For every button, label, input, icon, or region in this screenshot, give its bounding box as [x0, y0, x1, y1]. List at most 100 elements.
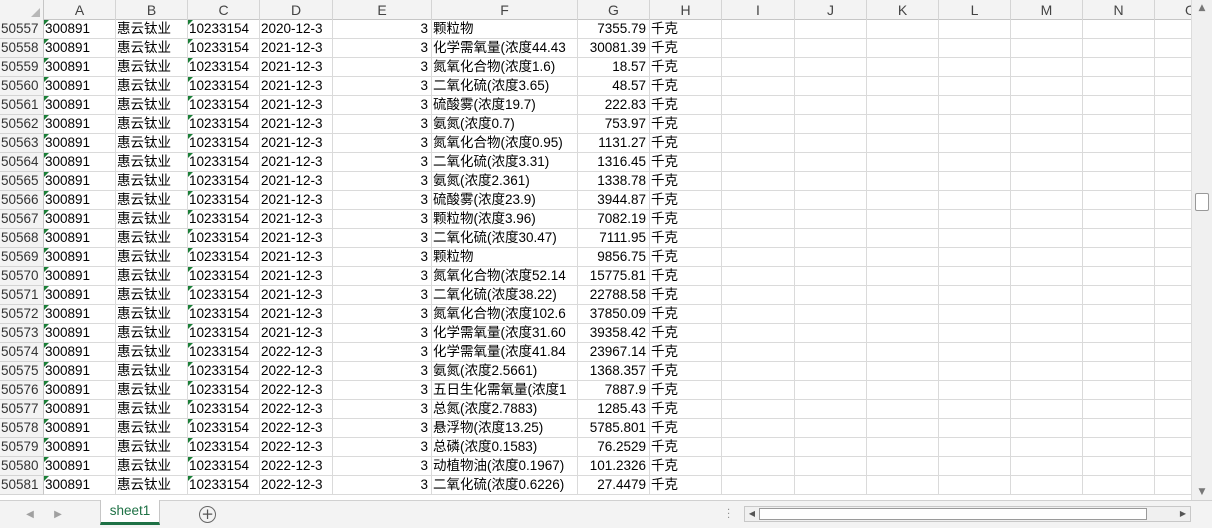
cell-i[interactable] — [722, 153, 795, 172]
cell-e[interactable]: 3 — [333, 191, 432, 210]
cell-b[interactable]: 惠云钛业 — [116, 438, 188, 457]
cell-d[interactable]: 2021-12-3 — [260, 324, 333, 343]
cell-f[interactable]: 氨氮(浓度2.5661) — [432, 362, 578, 381]
cell-d[interactable]: 2021-12-3 — [260, 115, 333, 134]
cell-b[interactable]: 惠云钛业 — [116, 115, 188, 134]
cell-f[interactable]: 氮氧化合物(浓度102.6 — [432, 305, 578, 324]
cell-h[interactable]: 千克 — [650, 419, 722, 438]
cell-e[interactable]: 3 — [333, 134, 432, 153]
cell-g[interactable]: 101.2326 — [578, 457, 650, 476]
cell-g[interactable]: 39358.42 — [578, 324, 650, 343]
cell-o[interactable] — [1155, 438, 1191, 457]
row-header[interactable]: 50581 — [0, 476, 44, 495]
cell-j[interactable] — [795, 362, 867, 381]
add-sheet-button[interactable]: + — [199, 506, 216, 523]
cell-h[interactable]: 千克 — [650, 229, 722, 248]
cell-f[interactable]: 颗粒物(浓度3.96) — [432, 210, 578, 229]
prev-sheet-icon[interactable]: ◀ — [22, 507, 38, 523]
cell-l[interactable] — [939, 77, 1011, 96]
cell-f[interactable]: 总氮(浓度2.7883) — [432, 400, 578, 419]
cell-m[interactable] — [1011, 115, 1083, 134]
cell-h[interactable]: 千克 — [650, 305, 722, 324]
row-header[interactable]: 50576 — [0, 381, 44, 400]
cell-b[interactable]: 惠云钛业 — [116, 400, 188, 419]
cell-h[interactable]: 千克 — [650, 400, 722, 419]
cell-o[interactable] — [1155, 172, 1191, 191]
cell-j[interactable] — [795, 343, 867, 362]
cell-e[interactable]: 3 — [333, 77, 432, 96]
cell-f[interactable]: 二氧化硫(浓度38.22) — [432, 286, 578, 305]
cell-l[interactable] — [939, 362, 1011, 381]
cell-b[interactable]: 惠云钛业 — [116, 77, 188, 96]
cell-j[interactable] — [795, 77, 867, 96]
cell-o[interactable] — [1155, 476, 1191, 495]
cell-h[interactable]: 千克 — [650, 286, 722, 305]
cell-b[interactable]: 惠云钛业 — [116, 457, 188, 476]
row-header[interactable]: 50569 — [0, 248, 44, 267]
cell-grid[interactable]: ABCDEFGHIJKLMNO 50557 300891 惠云钛业 10233154 2… — [0, 0, 1191, 500]
column-header-b[interactable]: B — [116, 0, 188, 20]
cell-c[interactable]: 10233154 — [188, 39, 260, 58]
cell-o[interactable] — [1155, 39, 1191, 58]
cell-m[interactable] — [1011, 267, 1083, 286]
column-header-d[interactable]: D — [260, 0, 333, 20]
cell-m[interactable] — [1011, 191, 1083, 210]
cell-g[interactable]: 1316.45 — [578, 153, 650, 172]
cell-a[interactable]: 300891 — [44, 210, 116, 229]
cell-o[interactable] — [1155, 229, 1191, 248]
cell-f[interactable]: 硫酸雾(浓度23.9) — [432, 191, 578, 210]
cell-h[interactable]: 千克 — [650, 267, 722, 286]
cell-k[interactable] — [867, 153, 939, 172]
cell-l[interactable] — [939, 39, 1011, 58]
cell-f[interactable]: 氮氧化合物(浓度52.14 — [432, 267, 578, 286]
cell-b[interactable]: 惠云钛业 — [116, 134, 188, 153]
cell-h[interactable]: 千克 — [650, 324, 722, 343]
row-header[interactable]: 50580 — [0, 457, 44, 476]
row-header[interactable]: 50577 — [0, 400, 44, 419]
column-header-k[interactable]: K — [867, 0, 939, 20]
cell-e[interactable]: 3 — [333, 96, 432, 115]
cell-a[interactable]: 300891 — [44, 20, 116, 39]
cell-e[interactable]: 3 — [333, 210, 432, 229]
cell-g[interactable]: 753.97 — [578, 115, 650, 134]
cell-i[interactable] — [722, 286, 795, 305]
cell-n[interactable] — [1083, 419, 1155, 438]
cell-j[interactable] — [795, 457, 867, 476]
cell-d[interactable]: 2020-12-3 — [260, 20, 333, 39]
cell-g[interactable]: 18.57 — [578, 58, 650, 77]
cell-d[interactable]: 2021-12-3 — [260, 153, 333, 172]
cell-b[interactable]: 惠云钛业 — [116, 324, 188, 343]
cell-f[interactable]: 颗粒物 — [432, 248, 578, 267]
cell-i[interactable] — [722, 248, 795, 267]
cell-c[interactable]: 10233154 — [188, 400, 260, 419]
column-header-e[interactable]: E — [333, 0, 432, 20]
scroll-up-arrow-icon[interactable]: ▲ — [1192, 0, 1212, 16]
cell-a[interactable]: 300891 — [44, 134, 116, 153]
cell-l[interactable] — [939, 324, 1011, 343]
cell-d[interactable]: 2021-12-3 — [260, 77, 333, 96]
cell-h[interactable]: 千克 — [650, 381, 722, 400]
cell-g[interactable]: 1131.27 — [578, 134, 650, 153]
cell-f[interactable]: 硫酸雾(浓度19.7) — [432, 96, 578, 115]
cell-i[interactable] — [722, 343, 795, 362]
cell-i[interactable] — [722, 96, 795, 115]
cell-j[interactable] — [795, 476, 867, 495]
cell-f[interactable]: 氨氮(浓度2.361) — [432, 172, 578, 191]
cell-c[interactable]: 10233154 — [188, 210, 260, 229]
column-header-m[interactable]: M — [1011, 0, 1083, 20]
cell-i[interactable] — [722, 362, 795, 381]
cell-i[interactable] — [722, 210, 795, 229]
cell-c[interactable]: 10233154 — [188, 343, 260, 362]
row-header[interactable]: 50575 — [0, 362, 44, 381]
cell-g[interactable]: 22788.58 — [578, 286, 650, 305]
cell-k[interactable] — [867, 381, 939, 400]
cell-j[interactable] — [795, 134, 867, 153]
cell-k[interactable] — [867, 267, 939, 286]
cell-e[interactable]: 3 — [333, 362, 432, 381]
cell-c[interactable]: 10233154 — [188, 20, 260, 39]
cell-k[interactable] — [867, 20, 939, 39]
cell-k[interactable] — [867, 96, 939, 115]
cell-o[interactable] — [1155, 191, 1191, 210]
scroll-right-arrow-icon[interactable]: ▶ — [1176, 507, 1190, 521]
cell-c[interactable]: 10233154 — [188, 438, 260, 457]
